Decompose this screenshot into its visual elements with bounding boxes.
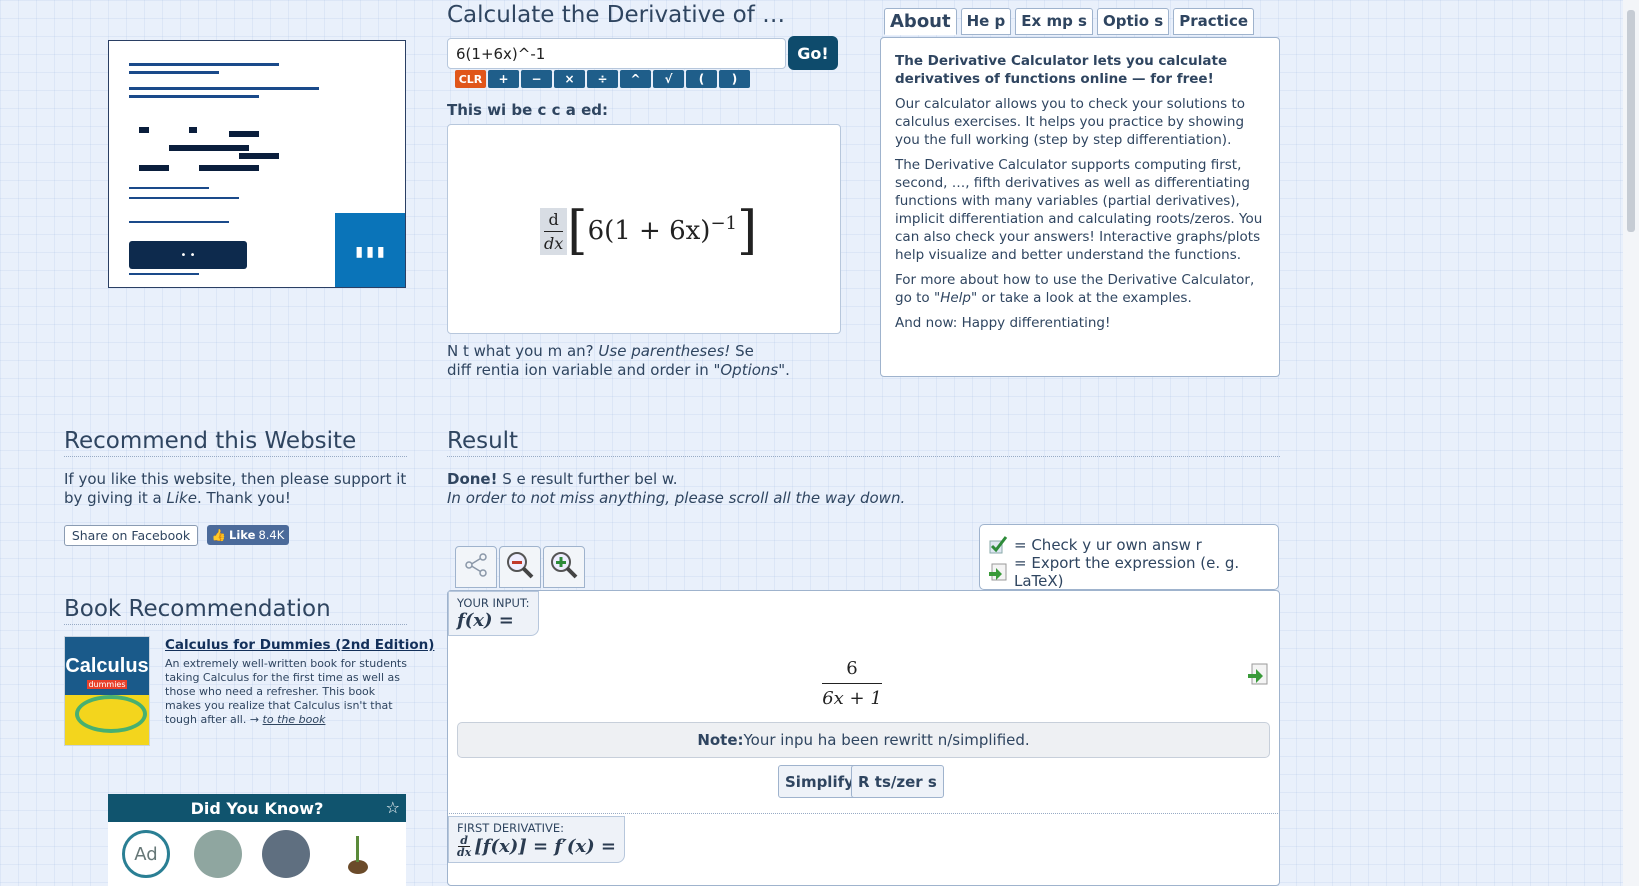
- open-paren-key[interactable]: (: [686, 70, 717, 88]
- roots-zeros-button[interactable]: R ts/zer s: [851, 765, 944, 798]
- go-button[interactable]: Go!: [788, 36, 838, 70]
- tab-about[interactable]: About: [884, 8, 957, 35]
- your-input-label: YOUR INPUT: f(x) =: [448, 591, 539, 636]
- info-tabs: About He p Ex mp s Optio s Practice: [884, 8, 1255, 35]
- sqrt-key[interactable]: √: [653, 70, 684, 88]
- rewrite-note: Note: Your inpu ha been rewritt n/simpli…: [457, 722, 1270, 758]
- recommend-text: If you like this website, then please su…: [64, 470, 407, 507]
- tab-examples[interactable]: Ex mp s: [1015, 8, 1093, 35]
- simplified-input-formula: 6 6x + 1: [822, 658, 882, 709]
- ad-cta-button[interactable]: • •: [129, 241, 247, 269]
- keypad: CLR + − × ÷ ^ √ ( ): [455, 70, 750, 88]
- tab-options[interactable]: Optio s: [1096, 8, 1170, 35]
- first-derivative-formula: [f(x)] = f′(x) =: [474, 836, 617, 857]
- your-input-formula: f(x) =: [457, 610, 514, 631]
- first-derivative-label: FIRST DERIVATIVE: d dx [f(x)] = f′(x) =: [448, 816, 626, 863]
- clear-key[interactable]: CLR: [455, 70, 486, 88]
- about-paragraph-1: Our calculator allows you to check your …: [895, 96, 1246, 148]
- multiply-key[interactable]: ×: [554, 70, 585, 88]
- about-paragraph-4: And now: Happy differentiating!: [895, 315, 1111, 331]
- to-book-link[interactable]: to the book: [263, 713, 326, 726]
- like-button[interactable]: 👍 Like 8.4K: [207, 525, 289, 545]
- tab-practice[interactable]: Practice: [1173, 8, 1255, 35]
- export-icon: [988, 562, 1008, 582]
- result-heading: Result: [447, 428, 1280, 457]
- preview-exponent: −1: [710, 213, 737, 234]
- close-paren-key[interactable]: ): [719, 70, 750, 88]
- expression-input[interactable]: [447, 38, 786, 69]
- about-panel: The Derivative Calculator lets you calcu…: [880, 37, 1280, 377]
- section-divider: [447, 813, 1280, 814]
- preview-formula: d dx [ 6(1 + 6x) −1 ]: [540, 205, 757, 257]
- ad-thumbnail[interactable]: Ad: [122, 830, 170, 878]
- result-toolbar: [455, 546, 585, 588]
- book-description: An extremely well-written book for stude…: [165, 657, 407, 726]
- minus-key[interactable]: −: [521, 70, 552, 88]
- simplify-button[interactable]: Simplify: [778, 765, 861, 798]
- book-title-link[interactable]: Calculus for Dummies (2nd Edition): [165, 637, 434, 653]
- scrollbar-thumb[interactable]: [1627, 10, 1635, 232]
- thumbnail-image[interactable]: [262, 830, 310, 878]
- share-facebook-button[interactable]: Share on Facebook: [64, 525, 198, 546]
- derivative-operator: d dx: [540, 207, 568, 255]
- share-button[interactable]: [455, 546, 497, 588]
- book-cover[interactable]: Calculus dummies: [64, 636, 150, 746]
- preview-note: N t what you m an? Use parentheses! Se d…: [447, 342, 790, 379]
- about-intro: The Derivative Calculator lets you calcu…: [895, 53, 1228, 87]
- book-heading: Book Recommendation: [64, 596, 407, 625]
- zoom-in-icon: [549, 550, 579, 584]
- zoom-out-button[interactable]: [499, 546, 541, 588]
- calculator-title: Calculate the Derivative of …: [447, 2, 786, 28]
- power-key[interactable]: ^: [620, 70, 651, 88]
- preview-expression: 6(1 + 6x): [587, 216, 711, 246]
- share-icon: [463, 552, 489, 582]
- preview-subtitle: This wi be c c a ed:: [447, 101, 609, 119]
- thumbnail-image[interactable]: [330, 830, 378, 878]
- ad-logo: ▮▮▮: [335, 213, 405, 287]
- divide-key[interactable]: ÷: [587, 70, 618, 88]
- legend-box: = Check y ur own answ r = Export the exp…: [979, 524, 1279, 590]
- pin-star-icon[interactable]: ☆: [386, 798, 400, 817]
- zoom-in-button[interactable]: [543, 546, 585, 588]
- check-answer-icon: [988, 535, 1008, 555]
- plus-key[interactable]: +: [488, 70, 519, 88]
- advertisement[interactable]: • • ▮▮▮: [108, 40, 406, 288]
- recommend-heading: Recommend this Website: [64, 428, 407, 457]
- thumbs-up-icon: 👍: [211, 528, 227, 542]
- did-you-know-widget: Did You Know? ☆ Ad: [108, 794, 406, 886]
- result-status: Done! S e result further bel w. In order…: [447, 470, 906, 507]
- thumbnail-image[interactable]: [194, 830, 242, 878]
- did-you-know-header: Did You Know? ☆: [108, 794, 406, 822]
- like-count: 8.4K: [258, 528, 285, 542]
- zoom-out-icon: [505, 550, 535, 584]
- about-paragraph-3: For more about how to use the Derivative…: [895, 272, 1255, 306]
- about-paragraph-2: The Derivative Calculator supports compu…: [895, 157, 1263, 263]
- tab-help[interactable]: He p: [960, 8, 1012, 35]
- export-icon[interactable]: [1247, 662, 1269, 690]
